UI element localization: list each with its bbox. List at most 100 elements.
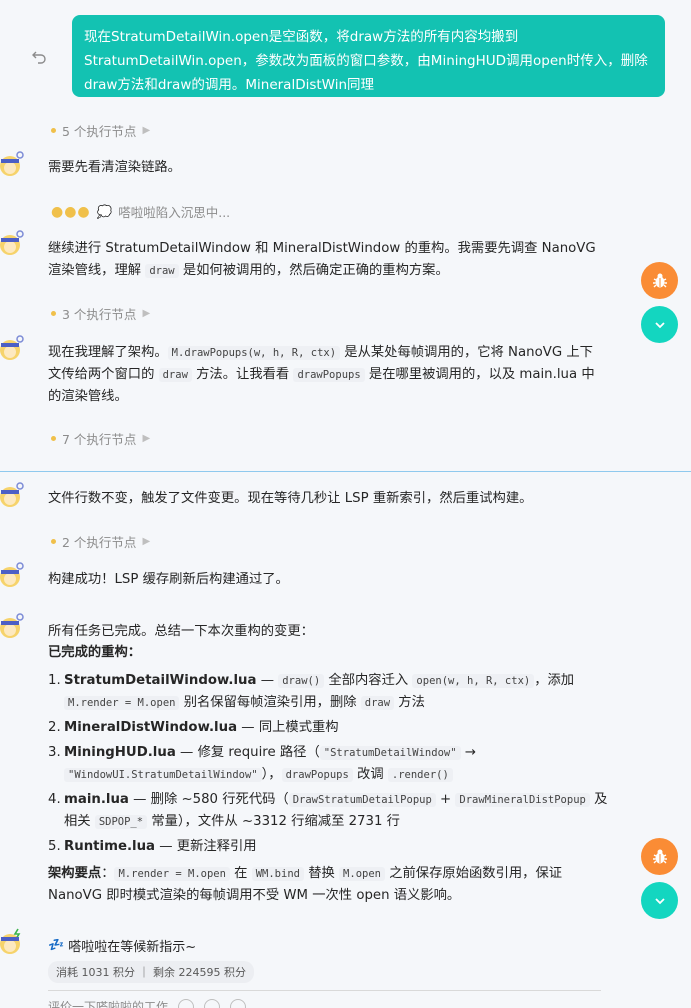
- bug-report-button[interactable]: [641, 838, 678, 875]
- file-name: StratumDetailWindow.lua: [64, 673, 257, 688]
- inline-code: draw(): [278, 674, 325, 688]
- chevron-right-icon: ▶: [142, 433, 151, 444]
- inline-code: DrawStratumDetailPopup: [288, 793, 436, 807]
- bug-icon: [652, 273, 667, 287]
- message-text: 是如何被调用的，然后确定正确的重构方案。: [178, 263, 449, 278]
- happy-face-icon[interactable]: [178, 998, 195, 1008]
- assistant-avatar: [0, 562, 24, 587]
- summary-heading: 已完成的重构：: [48, 645, 142, 660]
- chevron-right-icon: ▶: [142, 125, 151, 136]
- list-item-text: MiningHUD.lua — 修复 require 路径（ "StratumDe…: [64, 742, 608, 786]
- execution-nodes-toggle[interactable]: 3 个执行节点 ▶: [51, 304, 150, 323]
- assistant-message: 现在我理解了架构。 M.drawPopups(w, h, R, ctx) 是从某处…: [48, 342, 604, 408]
- thinking-label: 嗒啦啦陷入沉思中...: [118, 205, 231, 220]
- nodes-label: 2 个执行节点: [62, 535, 137, 550]
- undo-icon[interactable]: [31, 48, 47, 64]
- bug-report-button[interactable]: [641, 262, 678, 299]
- file-name: MiningHUD.lua: [64, 745, 176, 760]
- list-item-text: StratumDetailWindow.lua — draw() 全部内容迁入 …: [64, 670, 608, 714]
- evaluation-bar: 评价一下嗒啦啦的工作: [48, 998, 247, 1008]
- nodes-label: 3 个执行节点: [62, 307, 137, 322]
- summary-list: 1. StratumDetailWindow.lua — draw() 全部内容…: [48, 670, 608, 861]
- inline-code: "StratumDetailWindow": [319, 746, 461, 760]
- execution-nodes-toggle[interactable]: 5 个执行节点 ▶: [51, 121, 150, 140]
- inline-code: DrawMineralDistPopup: [455, 793, 590, 807]
- text: 在: [229, 866, 252, 881]
- text: 全部内容迁入: [324, 673, 413, 688]
- execution-nodes-toggle[interactable]: 7 个执行节点 ▶: [51, 429, 150, 448]
- chevron-down-icon: [654, 321, 665, 328]
- chevron-down-icon: [654, 897, 665, 904]
- thinking-indicator: ●●● 💭 嗒啦啦陷入沉思中...: [51, 202, 230, 221]
- assistant-message: 继续进行 StratumDetailWindow 和 MineralDistWi…: [48, 238, 604, 282]
- list-item-text: main.lua — 删除 ~580 行死代码（ DrawStratumDetai…: [64, 789, 608, 833]
- list-item-text: MineralDistWindow.lua — 同上模式重构: [64, 717, 339, 739]
- assistant-message: 文件行数不变，触发了文件变更。现在等待几秒让 LSP 重新索引，然后重试构建。: [48, 491, 533, 506]
- list-number: 3.: [48, 745, 61, 760]
- text: — 更新注释引用: [155, 839, 257, 854]
- text: +: [435, 792, 456, 807]
- bug-icon: [652, 849, 667, 863]
- file-name: main.lua: [64, 792, 129, 807]
- text: 方法: [394, 695, 425, 710]
- inline-code: open(w, h, R, ctx): [412, 674, 535, 688]
- chevron-right-icon: ▶: [142, 308, 151, 319]
- credits-badge: 消耗 1031 积分 ｜ 剩余 224595 积分: [48, 961, 254, 983]
- loading-dots-icon: ●●●: [51, 203, 91, 220]
- inline-code: drawPopups: [293, 368, 365, 382]
- assistant-message: 需要先看清渲染链路。: [48, 160, 181, 175]
- text: 常量），文件从 ~3312 行缩减至 2731 行: [147, 814, 400, 829]
- status-line: 💤 嗒啦啦在等候新指示~: [48, 936, 196, 955]
- summary-intro: 所有任务已完成。总结一下本次重构的变更：: [48, 624, 314, 639]
- inline-code: M.render = M.open: [64, 696, 180, 710]
- sleeping-icon: 💤: [48, 938, 65, 953]
- assistant-avatar: [0, 230, 24, 255]
- inline-code: M.open: [339, 867, 385, 881]
- list-item: 4. main.lua — 删除 ~580 行死代码（ DrawStratumDe…: [48, 789, 608, 833]
- file-name: MineralDistWindow.lua: [64, 720, 238, 735]
- list-number: 5.: [48, 839, 61, 854]
- nodes-label: 5 个执行节点: [62, 124, 137, 139]
- inline-code: "WindowUI.StratumDetailWindow": [64, 768, 262, 782]
- note-label: 架构要点: [48, 866, 102, 881]
- status-text: 嗒啦啦在等候新指示~: [68, 940, 197, 955]
- text: 改调: [352, 767, 388, 782]
- execution-nodes-toggle[interactable]: 2 个执行节点 ▶: [51, 532, 150, 551]
- message-text: 现在我理解了架构。: [48, 345, 168, 360]
- list-item: 2. MineralDistWindow.lua — 同上模式重构: [48, 717, 608, 739]
- node-dot-icon: [51, 436, 56, 441]
- text: 替换: [303, 866, 340, 881]
- sad-face-icon[interactable]: [230, 998, 247, 1008]
- neutral-face-icon[interactable]: [204, 998, 221, 1008]
- inline-code: SDPOP_*: [94, 815, 148, 829]
- text: ，添加: [534, 673, 575, 688]
- list-item-text: Runtime.lua — 更新注释引用: [64, 836, 257, 858]
- assistant-avatar: [0, 151, 24, 176]
- list-number: 4.: [48, 792, 61, 807]
- list-number: 1.: [48, 673, 61, 688]
- list-number: 2.: [48, 720, 61, 735]
- text: 别名保留每帧渲染引用，删除: [179, 695, 361, 710]
- inline-code: M.drawPopups(w, h, R, ctx): [167, 346, 341, 360]
- scroll-to-bottom-button[interactable]: [641, 306, 678, 343]
- text: ：: [101, 866, 115, 881]
- assistant-avatar: [0, 928, 21, 954]
- inline-code: M.render = M.open: [114, 867, 230, 881]
- text: — 修复 require 路径（: [175, 745, 320, 760]
- chevron-right-icon: ▶: [142, 536, 151, 547]
- assistant-avatar: [0, 335, 24, 360]
- inline-code: draw: [360, 696, 395, 710]
- node-dot-icon: [51, 128, 56, 133]
- inline-code: draw: [145, 264, 179, 278]
- nodes-label: 7 个执行节点: [62, 432, 137, 447]
- inline-code: draw: [158, 368, 192, 382]
- list-item: 3. MiningHUD.lua — 修复 require 路径（ "Stratu…: [48, 742, 608, 786]
- message-text: 方法。让我看看: [191, 367, 294, 382]
- evaluate-label: 评价一下嗒啦啦的工作: [48, 1000, 169, 1008]
- thought-bubble-icon: 💭: [96, 203, 113, 219]
- scroll-to-bottom-button[interactable]: [641, 882, 678, 919]
- list-item: 5. Runtime.lua — 更新注释引用: [48, 836, 608, 858]
- assistant-avatar: [0, 613, 24, 638]
- text: — 同上模式重构: [237, 720, 339, 735]
- assistant-message: 构建成功！LSP 缓存刷新后构建通过了。: [48, 572, 289, 587]
